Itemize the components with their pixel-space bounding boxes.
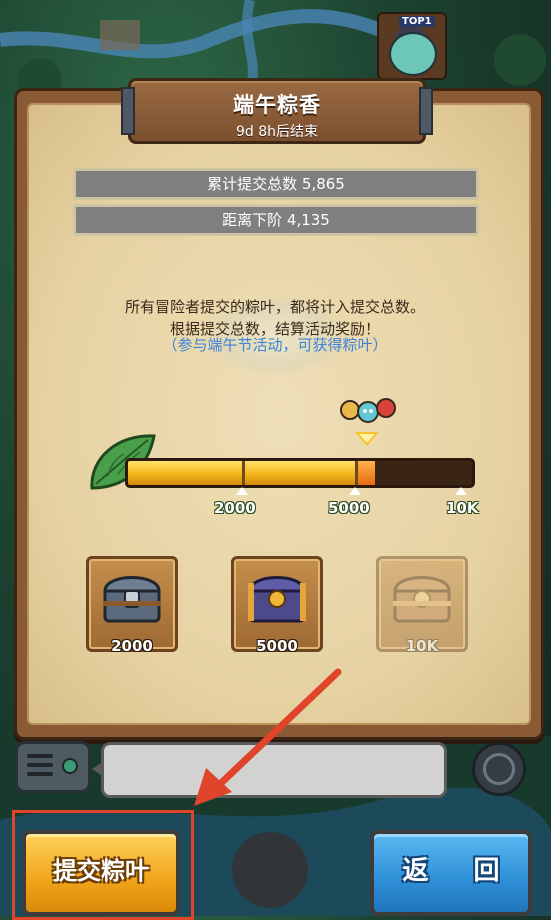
party-heroes-icon: [340, 398, 396, 423]
banner-bracket-left: [121, 87, 135, 135]
chat-list-icon-line: [27, 772, 53, 776]
reward-chest-tier-2[interactable]: 5000: [231, 556, 323, 655]
milestone-divider-2: [355, 461, 359, 485]
royal-chest-icon: [248, 576, 306, 623]
next-tier-stat: 距离下阶 4,135: [73, 204, 479, 236]
reward-threshold-label: 2000: [111, 637, 153, 655]
submit-leaves-label: 提交粽叶: [53, 857, 149, 885]
chat-list-icon-line: [27, 763, 53, 767]
milestone-tick: [235, 487, 248, 495]
submit-leaves-button[interactable]: 提交粽叶: [22, 830, 180, 916]
chat-message-box[interactable]: [92, 742, 447, 798]
reward-threshold-label: 10K: [405, 637, 439, 655]
back-button[interactable]: 返 回: [370, 830, 532, 916]
banner-bracket-right: [419, 87, 433, 135]
milestone-label: 2000: [214, 499, 256, 517]
menu-button[interactable]: [472, 742, 526, 796]
reward-threshold-label: 5000: [256, 637, 298, 655]
description-line-1: 所有冒险者提交的粽叶，都将计入提交总数。: [124, 298, 425, 316]
event-title-banner: 端午粽香 9d 8h后结束: [121, 78, 433, 144]
event-title: 端午粽香: [233, 93, 321, 117]
description-hint: （参与端午节活动，可获得粽叶）: [162, 336, 388, 354]
milestone-tick: [455, 487, 467, 495]
event-countdown: 9d 8h后结束: [235, 124, 319, 140]
milestone-divider-1: [241, 461, 245, 485]
top-rank-tag: TOP1: [399, 16, 435, 27]
back-label: 返 回: [402, 856, 518, 886]
progress-marker-icon: [355, 432, 380, 446]
chat-list-icon: [27, 754, 53, 758]
progress-current-segment: [355, 461, 376, 485]
chat-toggle-button[interactable]: [15, 741, 91, 793]
milestone-label: 10K: [446, 499, 479, 517]
total-submitted-stat: 累计提交总数 5,865: [73, 168, 479, 200]
menu-list-icon: [483, 753, 515, 785]
chat-indicator-icon: [62, 758, 78, 774]
milestone-tick: [349, 487, 362, 495]
submission-progress-bar: [125, 458, 475, 488]
steel-chest-icon: [103, 576, 161, 623]
top-rank-badge[interactable]: TOP1: [377, 12, 447, 80]
reward-chest-tier-1[interactable]: 2000: [86, 556, 178, 655]
reward-chest-tier-3[interactable]: 10K: [376, 556, 468, 655]
milestone-label: 5000: [328, 499, 370, 517]
ranked-player-avatar: [389, 32, 437, 76]
golden-chest-icon: [393, 576, 451, 623]
